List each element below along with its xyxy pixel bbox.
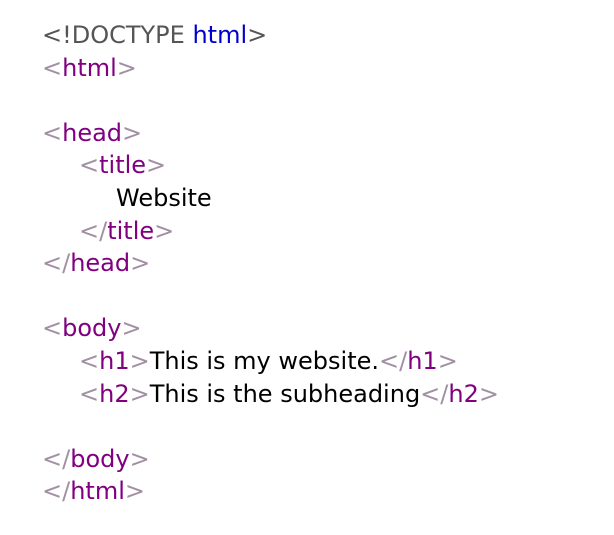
text-content: This is the subheading xyxy=(149,379,421,408)
tag-name: h1 xyxy=(407,346,438,375)
tag-bracket: </ xyxy=(379,346,408,375)
code-line: </body> xyxy=(42,443,499,476)
code-line: <h1>This is my website.</h1> xyxy=(42,345,499,378)
tag-bracket: > xyxy=(121,314,142,343)
tag-name: head xyxy=(70,249,131,278)
tag-bracket: > xyxy=(478,379,499,408)
tag-bracket: > xyxy=(129,379,150,408)
tag-name: body xyxy=(70,444,130,473)
code-line: <body> xyxy=(42,312,499,345)
tag-bracket: > xyxy=(437,346,458,375)
code-line: <h2>This is the subheading</h2> xyxy=(42,378,499,411)
tag-bracket: </ xyxy=(420,379,449,408)
code-line: Website xyxy=(42,182,499,215)
tag-name: body xyxy=(62,314,122,343)
code-line: <head> xyxy=(42,117,499,150)
tag-bracket: < xyxy=(79,151,100,180)
tag-name: h2 xyxy=(99,379,130,408)
tag-bracket: > xyxy=(124,477,145,506)
tag-bracket: > xyxy=(116,53,137,82)
tag-name: h1 xyxy=(99,346,130,375)
code-line: <!DOCTYPE html> xyxy=(42,19,499,52)
tag-bracket: > xyxy=(129,346,150,375)
code-line: </html> xyxy=(42,475,499,508)
tag-bracket: < xyxy=(79,379,100,408)
tag-bracket: < xyxy=(42,118,63,147)
code-listing: <!DOCTYPE html> <html> <head> <title> Websit… xyxy=(42,19,499,508)
tag-name: html xyxy=(70,477,125,506)
code-line: <html> xyxy=(42,52,499,85)
tag-bracket: > xyxy=(129,444,150,473)
tag-name: head xyxy=(62,118,123,147)
tag-bracket: < xyxy=(79,346,100,375)
text-content: This is my website. xyxy=(149,346,379,375)
code-line: <title> xyxy=(42,149,499,182)
text-content: Website xyxy=(116,183,212,212)
doctype-token: <!DOCTYPE xyxy=(42,21,193,49)
tag-name: html xyxy=(62,53,117,82)
tag-bracket: </ xyxy=(42,477,71,506)
tag-bracket: > xyxy=(122,118,143,147)
tag-bracket: </ xyxy=(42,444,71,473)
tag-bracket: </ xyxy=(42,249,71,278)
doctype-token: > xyxy=(247,21,268,49)
code-line: </head> xyxy=(42,247,499,280)
code-line: </title> xyxy=(42,215,499,248)
tag-bracket: < xyxy=(42,53,63,82)
tag-name: h2 xyxy=(448,379,479,408)
doctype-keyword: html xyxy=(192,21,248,49)
tag-bracket: > xyxy=(146,151,167,180)
tag-bracket: > xyxy=(154,216,175,245)
tag-bracket: </ xyxy=(79,216,108,245)
tag-bracket: < xyxy=(42,314,63,343)
tag-name: title xyxy=(99,151,147,180)
tag-name: title xyxy=(107,216,155,245)
tag-bracket: > xyxy=(130,249,151,278)
